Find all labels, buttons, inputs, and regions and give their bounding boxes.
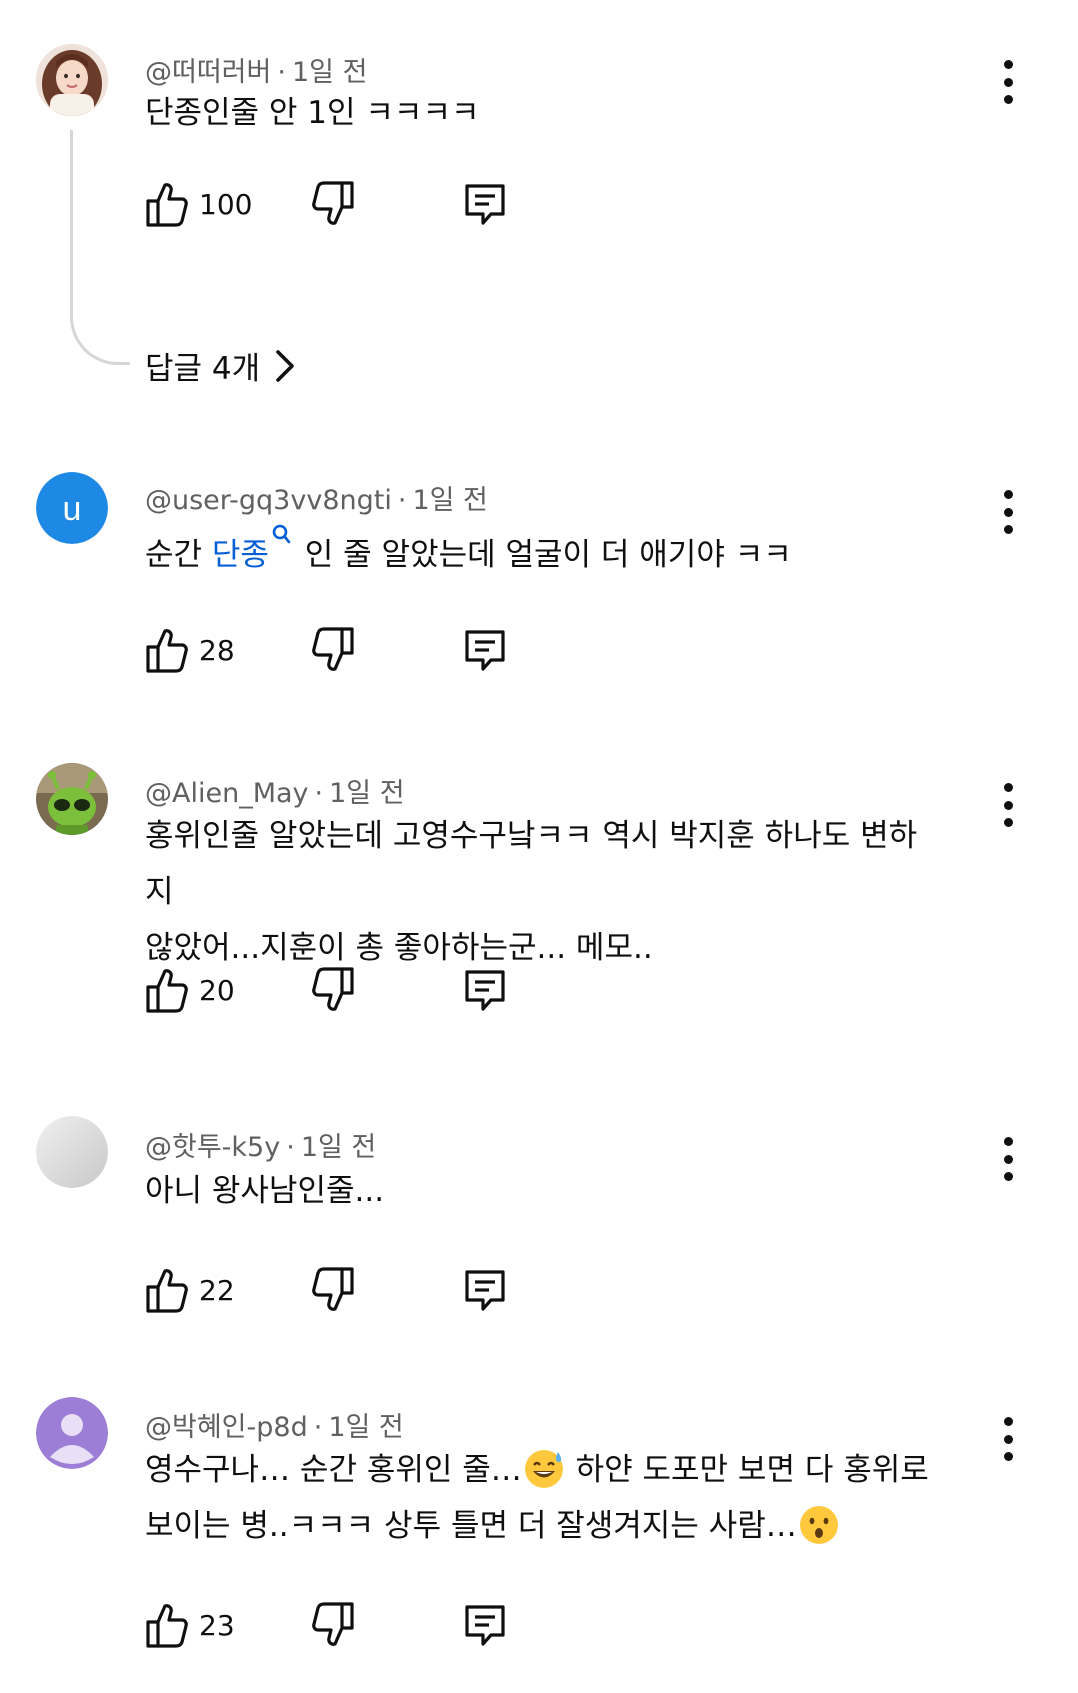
timestamp[interactable]: 1일 전	[292, 57, 367, 88]
like-button[interactable]: 28	[145, 626, 235, 674]
reply-button[interactable]	[461, 966, 509, 1014]
dislike-button[interactable]	[311, 966, 355, 1014]
dislike-button[interactable]	[311, 1601, 355, 1649]
comment-text-part: 순간	[145, 537, 212, 573]
replies-label: 답글 4개	[145, 351, 261, 387]
like-count: 20	[199, 973, 235, 1007]
comment-header: @떠떠러버 · 1일 전	[145, 57, 368, 88]
author-name[interactable]: @user-gq3vv8ngti	[145, 485, 392, 516]
comment-actions: 28	[145, 626, 545, 680]
like-button[interactable]: 23	[145, 1601, 235, 1649]
thumbs-up-icon	[146, 969, 188, 1013]
more-vert-icon[interactable]	[998, 490, 1018, 534]
comment-text: 순간 단종 인 줄 알았는데 얼굴이 더 애기야 ㅋㅋ	[145, 524, 945, 583]
avatar-letter: u	[63, 490, 82, 528]
comment-actions: 22	[145, 1266, 545, 1320]
avatar[interactable]	[36, 763, 108, 835]
search-link[interactable]: 단종	[212, 537, 269, 573]
timestamp[interactable]: 1일 전	[301, 1132, 376, 1163]
comment-text-line: 홍위인줄 알았는데 고영수구낰ㅋㅋ 역시 박지훈 하나도 변하지	[145, 818, 918, 910]
comment-icon	[465, 630, 505, 671]
chevron-right-icon	[276, 349, 294, 382]
comment-header: @핫투-k5y · 1일 전	[145, 1132, 377, 1163]
comment-text-line: 보이는 병..ㅋㅋㅋ 상투 틀면 더 잘생겨지는 사람…	[145, 1498, 945, 1554]
sweat-smile-emoji	[524, 1449, 563, 1488]
more-vert-icon[interactable]	[998, 783, 1018, 827]
comment-text: 단종인줄 안 1인 ㅋㅋㅋㅋ	[145, 95, 480, 131]
thumbs-down-icon	[312, 627, 354, 671]
thread-line	[70, 130, 130, 365]
dislike-button[interactable]	[311, 1266, 355, 1314]
like-count: 100	[199, 187, 253, 221]
thumbs-down-icon	[312, 181, 354, 225]
timestamp[interactable]: 1일 전	[412, 485, 487, 516]
thumbs-up-icon	[146, 183, 188, 227]
comment-actions: 100	[145, 180, 545, 234]
like-button[interactable]: 22	[145, 1266, 235, 1314]
thumbs-down-icon	[312, 1602, 354, 1646]
more-vert-icon[interactable]	[998, 1137, 1018, 1181]
avatar[interactable]: u	[36, 472, 108, 544]
like-count: 28	[199, 633, 235, 667]
comment-actions: 20	[145, 966, 545, 1020]
comment-header: @박혜인-p8d · 1일 전	[145, 1412, 404, 1443]
comment-text-line: 영수구나… 순간 홍위인 줄… 하얀 도포만 보면 다 홍위로	[145, 1442, 945, 1498]
comment-text-part: 인 줄 알았는데 얼굴이 더 애기야 ㅋㅋ	[294, 537, 792, 573]
comment-text-part: 영수구나… 순간 홍위인 줄…	[145, 1452, 522, 1488]
comment-icon	[465, 1270, 505, 1311]
comment-text: 아니 왕사남인줄...	[145, 1173, 385, 1209]
search-icon[interactable]	[271, 523, 291, 547]
reply-button[interactable]	[461, 180, 509, 228]
reply-button[interactable]	[461, 626, 509, 674]
author-name[interactable]: @핫투-k5y	[145, 1132, 280, 1163]
reply-button[interactable]	[461, 1601, 509, 1649]
thumbs-down-icon	[312, 967, 354, 1011]
thumbs-up-icon	[146, 629, 188, 673]
like-button[interactable]: 20	[145, 966, 235, 1014]
astonished-face-emoji	[799, 1505, 838, 1544]
comment-header: @user-gq3vv8ngti · 1일 전	[145, 485, 488, 516]
avatar[interactable]	[36, 1116, 108, 1188]
comment-text: 홍위인줄 알았는데 고영수구낰ㅋㅋ 역시 박지훈 하나도 변하지 않았어...지…	[145, 808, 945, 976]
like-count: 22	[199, 1273, 235, 1307]
more-vert-icon[interactable]	[998, 1417, 1018, 1461]
comment-text-part: 보이는 병..ㅋㅋㅋ 상투 틀면 더 잘생겨지는 사람…	[145, 1508, 797, 1544]
view-replies-button[interactable]: 답글 4개	[145, 343, 296, 388]
avatar[interactable]	[36, 1397, 108, 1469]
timestamp[interactable]: 1일 전	[329, 778, 404, 809]
dislike-button[interactable]	[311, 626, 355, 674]
author-name[interactable]: @떠떠러버	[145, 57, 271, 88]
comment-icon	[465, 1605, 505, 1646]
like-button[interactable]: 100	[145, 180, 252, 228]
avatar[interactable]	[36, 44, 108, 116]
like-count: 23	[199, 1608, 235, 1642]
author-name[interactable]: @Alien_May	[145, 778, 309, 809]
reply-button[interactable]	[461, 1266, 509, 1314]
comment-text: 영수구나… 순간 홍위인 줄… 하얀 도포만 보면 다 홍위로 보이는 병..ㅋ…	[145, 1442, 945, 1554]
comment-icon	[465, 970, 505, 1011]
comment-header: @Alien_May · 1일 전	[145, 778, 405, 809]
timestamp[interactable]: 1일 전	[328, 1412, 403, 1443]
comment-text-part: 하얀 도포만 보면 다 홍위로	[565, 1452, 929, 1488]
dislike-button[interactable]	[311, 180, 355, 228]
comment-icon	[465, 184, 505, 225]
comment-actions: 23	[145, 1601, 545, 1655]
thumbs-down-icon	[312, 1267, 354, 1311]
thumbs-up-icon	[146, 1269, 188, 1313]
thumbs-up-icon	[146, 1604, 188, 1648]
author-name[interactable]: @박혜인-p8d	[145, 1412, 308, 1443]
more-vert-icon[interactable]	[998, 60, 1018, 104]
